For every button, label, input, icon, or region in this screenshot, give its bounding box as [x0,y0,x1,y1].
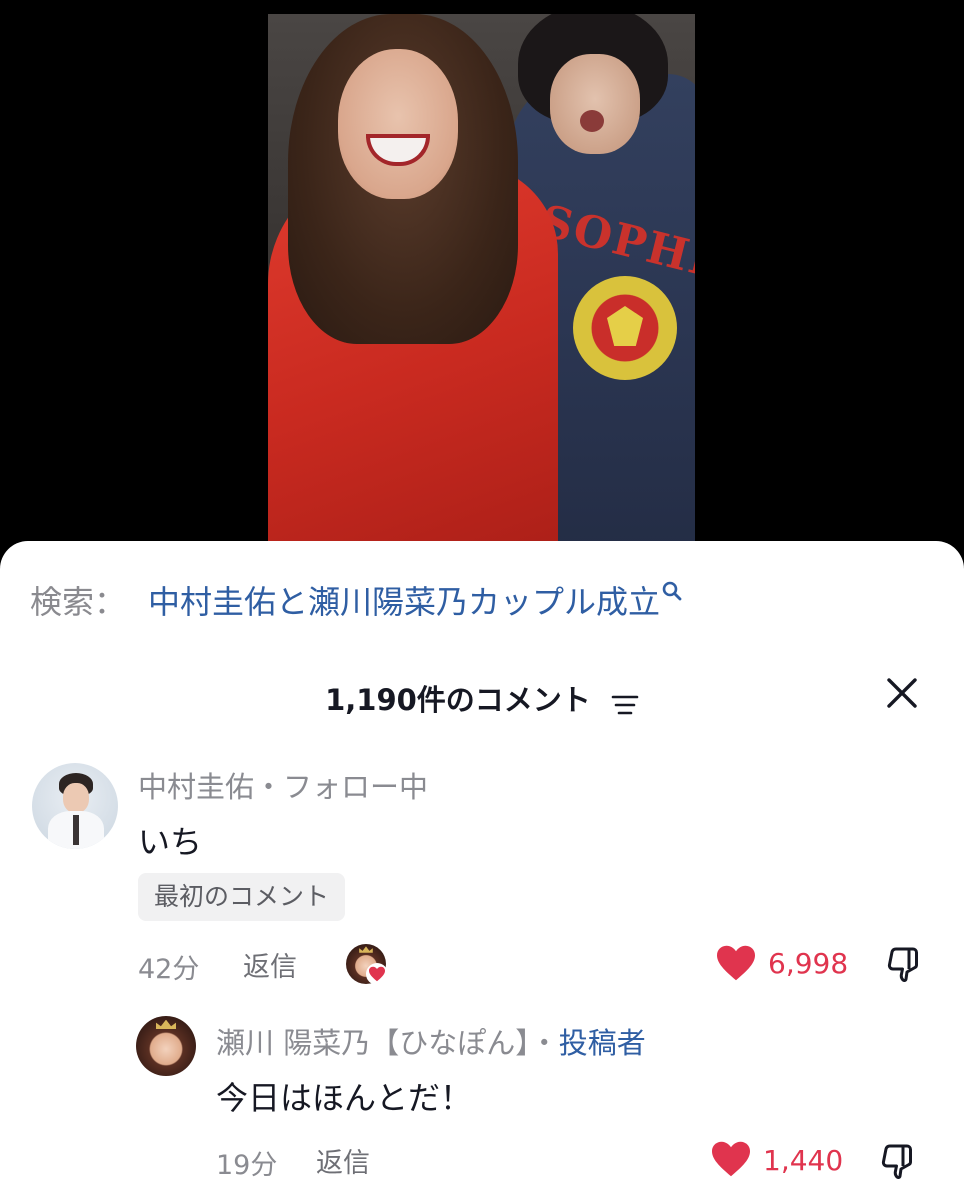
reply-button[interactable]: 返信 [243,945,297,984]
comment-count-wrapper: 1,190件のコメント [0,677,964,719]
reply-time: 19分 [216,1150,278,1181]
sort-filter-icon[interactable] [611,689,639,715]
like-count: 1,440 [763,1144,844,1177]
reply-username-main: 瀬川 陽菜乃【ひなぽん】・ [216,1026,559,1060]
comments-header: 1,190件のコメント [0,671,964,717]
comment-text: いち [138,823,203,861]
person-left-face [338,49,458,199]
search-icon[interactable] [662,581,682,601]
video-frame[interactable]: SOPHIA [268,14,695,560]
search-label: 検索： [30,583,127,621]
reply-button[interactable]: 返信 [316,1141,370,1180]
video-player[interactable]: SOPHIA [0,0,964,560]
search-query-link[interactable]: 中村圭佑と瀬川陽菜乃カップル成立 [148,577,660,623]
like-count: 6,998 [768,947,849,980]
comment-count: 1,190件のコメント [325,683,591,717]
person-right-face [550,54,640,154]
dislike-icon[interactable] [884,943,924,983]
heart-icon[interactable] [710,1140,752,1178]
close-icon[interactable] [886,677,918,709]
person-right-mouth [580,110,604,132]
creator-badge: 投稿者 [558,1026,646,1060]
comment-time: 42分 [138,954,200,985]
avatar[interactable] [32,763,118,849]
comment-username[interactable]: 中村圭佑・フォロー中 [138,764,428,806]
search-suggestion[interactable]: 検索： 中村圭佑と瀬川陽菜乃カップル成立 [30,578,682,622]
heart-icon[interactable] [715,944,757,982]
reply-text: 今日はほんとだ！ [216,1079,473,1117]
hoodie-seal [573,276,677,380]
creator-heart-icon [366,963,388,985]
first-comment-badge: 最初のコメント [138,873,346,921]
dislike-icon[interactable] [878,1140,918,1180]
reply-username[interactable]: 瀬川 陽菜乃【ひなぽん】・投稿者 [216,1020,646,1062]
tiktok-comments-screen: SOPHIA 検索： 中村圭佑と瀬川陽菜乃カップル成立 1,190件のコメント … [0,0,964,1200]
comment-sheet: 検索： 中村圭佑と瀬川陽菜乃カップル成立 1,190件のコメント [0,541,964,1200]
avatar[interactable] [136,1016,196,1076]
